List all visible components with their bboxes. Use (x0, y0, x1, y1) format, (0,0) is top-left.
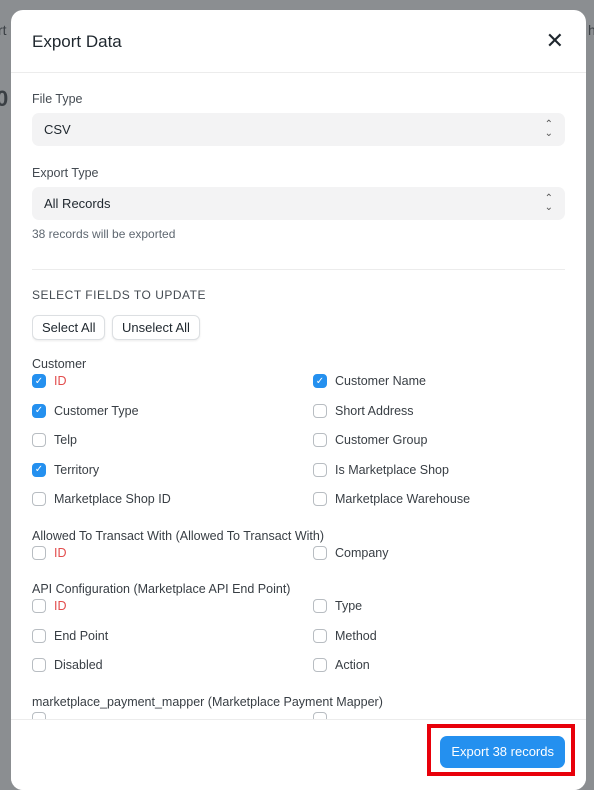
field-checkbox[interactable]: Method (313, 628, 377, 643)
dialog-body: File Type CSV ⌃ ⌄ Export Type All Records ⌃… (32, 73, 565, 719)
checkbox-checked-icon[interactable]: ✓ (313, 374, 327, 388)
field-checkbox[interactable]: Marketplace Warehouse (313, 492, 470, 506)
file-type-select[interactable]: CSV ⌃ ⌄ (32, 113, 565, 146)
field-label: Action (335, 658, 370, 672)
field-checkbox[interactable]: Customer Group (313, 433, 427, 447)
field-group-title: API Configuration (Marketplace API End P… (32, 582, 291, 596)
unselect-all-button[interactable]: Unselect All (112, 315, 200, 340)
field-group-title: Allowed To Transact With (Allowed To Tra… (32, 529, 325, 543)
records-note: 38 records will be exported (32, 227, 176, 241)
field-label: ID (54, 546, 67, 560)
checkbox-icon[interactable] (32, 712, 46, 719)
field-checkbox[interactable]: End Point (32, 628, 109, 643)
checkbox-icon[interactable] (32, 599, 46, 613)
checkbox-icon[interactable] (313, 492, 327, 506)
checkbox-icon[interactable] (313, 546, 327, 560)
chevron-updown-icon: ⌃ ⌄ (544, 119, 553, 139)
dialog-header: Export Data ✕ (11, 10, 586, 73)
field-label: Territory (54, 462, 100, 477)
field-checkbox[interactable]: Telp (32, 433, 77, 447)
checkbox-checked-icon[interactable]: ✓ (32, 403, 46, 418)
checkbox-icon[interactable] (313, 712, 327, 719)
checkbox-icon[interactable] (32, 546, 46, 560)
export-dialog: Export Data ✕ File Type CSV ⌃ ⌄ Export Typ… (11, 10, 586, 790)
field-checkbox[interactable]: Company (313, 546, 389, 560)
file-type-label: File Type (32, 92, 83, 106)
highlight-box (427, 724, 575, 776)
export-type-select[interactable]: All Records ⌃ ⌄ (32, 187, 565, 220)
field-group-title: Customer (32, 357, 87, 371)
checkbox-checked-icon[interactable]: ✓ (32, 374, 46, 388)
field-label: ID (54, 374, 67, 388)
field-checkbox[interactable] (32, 712, 54, 719)
file-type-value: CSV (44, 122, 71, 137)
background-text: 0 (0, 86, 9, 111)
field-label: Short Address (335, 403, 414, 418)
field-label: Method (335, 628, 377, 643)
field-group-title: marketplace_payment_mapper (Marketplace … (32, 695, 383, 709)
field-label: ID (54, 599, 67, 613)
field-label: Customer Name (335, 374, 426, 388)
background-text: h (588, 22, 594, 38)
dialog-title: Export Data (32, 32, 122, 51)
field-checkbox[interactable]: ✓ Territory (32, 462, 100, 477)
field-checkbox[interactable] (313, 712, 335, 719)
background-text: rt (0, 22, 7, 38)
field-checkbox[interactable]: ID (32, 599, 67, 613)
field-label: Company (335, 546, 389, 560)
field-label: Customer Type (54, 403, 139, 418)
field-checkbox[interactable]: Is Marketplace Shop (313, 462, 449, 477)
divider (32, 269, 565, 270)
field-label: Disabled (54, 658, 103, 672)
field-checkbox[interactable]: ✓ Customer Type (32, 403, 139, 418)
checkbox-icon[interactable] (313, 462, 327, 477)
field-label: Marketplace Shop ID (54, 492, 171, 506)
checkbox-icon[interactable] (313, 433, 327, 447)
checkbox-icon[interactable] (32, 658, 46, 672)
checkbox-icon[interactable] (313, 628, 327, 643)
checkbox-icon[interactable] (313, 599, 327, 613)
export-type-value: All Records (44, 196, 111, 211)
field-checkbox[interactable]: Disabled (32, 658, 103, 672)
field-checkbox[interactable]: ✓ ID (32, 374, 67, 388)
close-icon[interactable]: ✕ (546, 28, 564, 54)
field-label: Customer Group (335, 433, 428, 447)
checkbox-icon[interactable] (313, 658, 327, 672)
checkbox-icon[interactable] (313, 403, 327, 418)
export-type-label: Export Type (32, 166, 99, 180)
checkbox-icon[interactable] (32, 433, 46, 447)
field-label: End Point (54, 628, 109, 643)
field-label: Marketplace Warehouse (335, 492, 471, 506)
field-checkbox[interactable]: Type (313, 599, 362, 613)
checkbox-icon[interactable] (32, 628, 46, 643)
field-checkbox[interactable]: Short Address (313, 403, 414, 418)
select-all-button[interactable]: Select All (32, 315, 106, 340)
field-checkbox[interactable]: ✓ Customer Name (313, 374, 426, 388)
field-label: Type (335, 599, 363, 613)
field-label: Telp (54, 433, 77, 447)
field-checkbox[interactable]: Marketplace Shop ID (32, 492, 171, 506)
field-checkbox[interactable]: Action (313, 658, 370, 672)
checkbox-checked-icon[interactable]: ✓ (32, 462, 46, 477)
field-label: Is Marketplace Shop (335, 462, 449, 477)
fields-heading: SELECT FIELDS TO UPDATE (32, 288, 206, 302)
chevron-updown-icon: ⌃ ⌄ (544, 193, 553, 213)
checkbox-icon[interactable] (32, 492, 46, 506)
field-checkbox[interactable]: ID (32, 546, 67, 560)
